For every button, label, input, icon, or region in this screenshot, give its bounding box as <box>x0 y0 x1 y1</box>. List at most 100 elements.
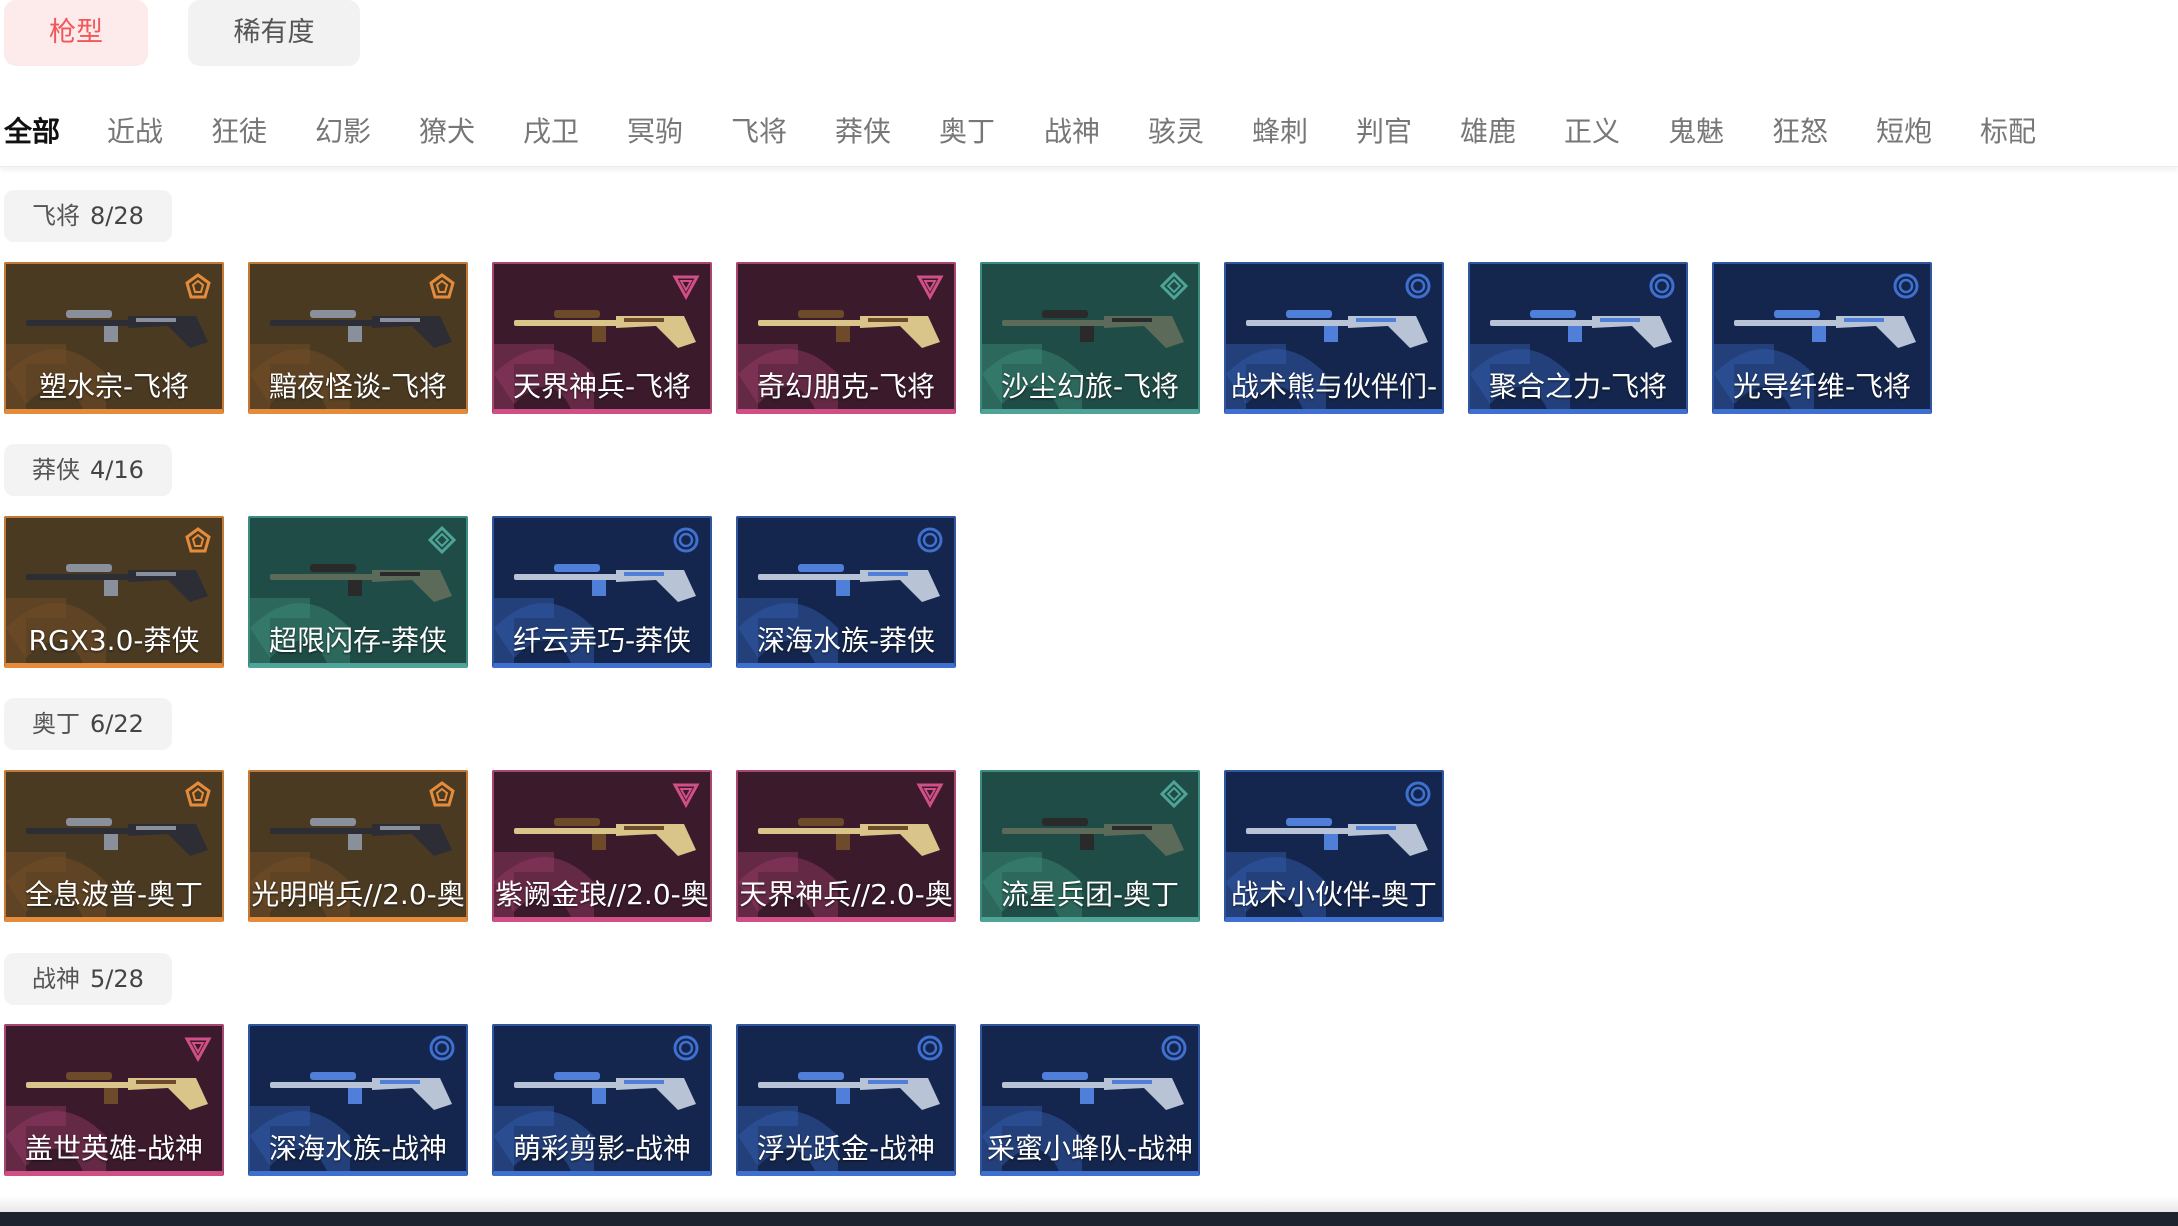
skin-card[interactable]: 深海水族-战神 <box>248 1024 468 1176</box>
group-header: 奥丁 6/22 <box>4 698 172 750</box>
tab-category[interactable]: 标配 <box>1980 110 2036 150</box>
tab-category[interactable]: 蜂刺 <box>1252 110 1308 150</box>
skin-card[interactable]: 深海水族-莽侠 <box>736 516 956 668</box>
skin-name: 塑水宗-飞将 <box>38 370 190 403</box>
skin-name: 奇幻朋克-飞将 <box>756 370 936 403</box>
tab-category[interactable]: 獠犬 <box>419 110 475 150</box>
tab-category[interactable]: 短炮 <box>1876 110 1932 150</box>
skin-card[interactable]: 天界神兵-飞将 <box>492 262 712 414</box>
group-name: 战神 <box>32 965 80 993</box>
weapon-image <box>1238 800 1434 864</box>
skin-name: 深海水族-战神 <box>268 1132 448 1165</box>
weapon-image <box>506 1054 702 1118</box>
skin-card[interactable]: 天界神兵//2.0-奥 <box>736 770 956 922</box>
skin-card[interactable]: RGX3.0-莽侠 <box>4 516 224 668</box>
group-count: 4/16 <box>90 456 144 484</box>
skin-name: 深海水族-莽侠 <box>756 624 936 657</box>
skin-name: 紫阙金琅//2.0-奥 <box>495 878 709 911</box>
rarity-pink-icon <box>916 780 944 809</box>
tab-category[interactable]: 狂徒 <box>211 110 267 150</box>
skin-card[interactable]: 全息波普-奥丁 <box>4 770 224 922</box>
skin-name: 全息波普-奥丁 <box>24 878 204 911</box>
skin-card[interactable]: 战术小伙伴-奥丁 <box>1224 770 1444 922</box>
skin-card[interactable]: 采蜜小蜂队-战神 <box>980 1024 1200 1176</box>
weapon-image <box>1238 292 1434 356</box>
rarity-orange-icon <box>184 272 212 300</box>
skin-card[interactable]: 塑水宗-飞将 <box>4 262 224 414</box>
group-header: 莽侠 4/16 <box>4 444 172 496</box>
rarity-pink-icon <box>184 1034 212 1063</box>
tab-category[interactable]: 狂怒 <box>1772 110 1828 150</box>
rarity-pink-icon <box>916 272 944 301</box>
skin-card[interactable]: 沙尘幻旅-飞将 <box>980 262 1200 414</box>
tab-category[interactable]: 全部 <box>4 110 60 150</box>
tab-category[interactable]: 雄鹿 <box>1460 110 1516 150</box>
rarity-green-icon <box>1159 271 1189 301</box>
rarity-blue-icon <box>672 526 700 554</box>
skin-name: 光导纤维-飞将 <box>1732 370 1912 403</box>
skin-name: 浮光跃金-战神 <box>756 1132 936 1165</box>
filter-rarity-button[interactable]: 稀有度 <box>188 0 360 66</box>
weapon-image <box>506 800 702 864</box>
weapon-image <box>262 292 458 356</box>
rarity-orange-icon <box>184 780 212 808</box>
tab-category[interactable]: 冥驹 <box>627 110 683 150</box>
skin-name: 战术小伙伴-奥丁 <box>1230 878 1438 911</box>
skin-name: 黯夜怪谈-飞将 <box>268 370 448 403</box>
weapon-image <box>262 546 458 610</box>
tab-category[interactable]: 戌卫 <box>523 110 579 150</box>
skin-card[interactable]: 光导纤维-飞将 <box>1712 262 1932 414</box>
category-tabs: 全部 近战 狂徒 幻影 獠犬 戌卫 冥驹 飞将 莽侠 奥丁 战神 骇灵 蜂刺 判官 雄鹿 正义 鬼魅 狂怒 短炮 标配 <box>0 96 2178 167</box>
skin-card[interactable]: 战术熊与伙伴们- <box>1224 262 1444 414</box>
rarity-pink-icon <box>672 780 700 809</box>
tab-category[interactable]: 鬼魅 <box>1668 110 1724 150</box>
rarity-pink-icon <box>672 272 700 301</box>
weapon-image <box>994 800 1190 864</box>
weapon-image <box>750 800 946 864</box>
rarity-green-icon <box>1159 779 1189 809</box>
skin-card[interactable]: 聚合之力-飞将 <box>1468 262 1688 414</box>
weapon-image <box>750 1054 946 1118</box>
tab-category[interactable]: 正义 <box>1564 110 1620 150</box>
weapon-image <box>750 546 946 610</box>
rarity-orange-icon <box>428 272 456 300</box>
weapon-image <box>1482 292 1678 356</box>
rarity-blue-icon <box>1404 272 1432 300</box>
tab-category[interactable]: 奥丁 <box>939 110 995 150</box>
rarity-blue-icon <box>1404 780 1432 808</box>
tab-category[interactable]: 战神 <box>1044 110 1100 150</box>
filter-bar: 枪型 稀有度 <box>0 0 2178 70</box>
tab-category[interactable]: 飞将 <box>731 110 787 150</box>
tab-category[interactable]: 莽侠 <box>835 110 891 150</box>
weapon-image <box>18 292 214 356</box>
skin-card[interactable]: 紫阙金琅//2.0-奥 <box>492 770 712 922</box>
group-count: 5/28 <box>90 965 144 993</box>
tab-category[interactable]: 幻影 <box>315 110 371 150</box>
filter-gun-type-button[interactable]: 枪型 <box>4 0 148 66</box>
group-header: 战神 5/28 <box>4 953 172 1005</box>
skin-card[interactable]: 流星兵团-奥丁 <box>980 770 1200 922</box>
skin-card[interactable]: 盖世英雄-战神 <box>4 1024 224 1176</box>
skin-card[interactable]: 浮光跃金-战神 <box>736 1024 956 1176</box>
tab-category[interactable]: 近战 <box>107 110 163 150</box>
skin-card[interactable]: 奇幻朋克-飞将 <box>736 262 956 414</box>
group-count: 6/22 <box>90 710 144 738</box>
weapon-image <box>18 800 214 864</box>
skin-name: 聚合之力-飞将 <box>1488 370 1668 403</box>
bottom-bar <box>0 1212 2178 1226</box>
skin-name: 沙尘幻旅-飞将 <box>1000 370 1180 403</box>
tab-category[interactable]: 骇灵 <box>1148 110 1204 150</box>
skin-card[interactable]: 光明哨兵//2.0-奥 <box>248 770 468 922</box>
weapon-image <box>262 1054 458 1118</box>
bottom-fade <box>0 1196 2178 1212</box>
tab-category[interactable]: 判官 <box>1356 110 1412 150</box>
skin-card[interactable]: 萌彩剪影-战神 <box>492 1024 712 1176</box>
skin-name: 纤云弄巧-莽侠 <box>512 624 692 657</box>
group-name: 飞将 <box>32 202 80 230</box>
rarity-orange-icon <box>428 780 456 808</box>
weapon-image <box>506 292 702 356</box>
skin-card[interactable]: 超限闪存-莽侠 <box>248 516 468 668</box>
skin-name: RGX3.0-莽侠 <box>28 624 200 657</box>
skin-card[interactable]: 黯夜怪谈-飞将 <box>248 262 468 414</box>
skin-card[interactable]: 纤云弄巧-莽侠 <box>492 516 712 668</box>
